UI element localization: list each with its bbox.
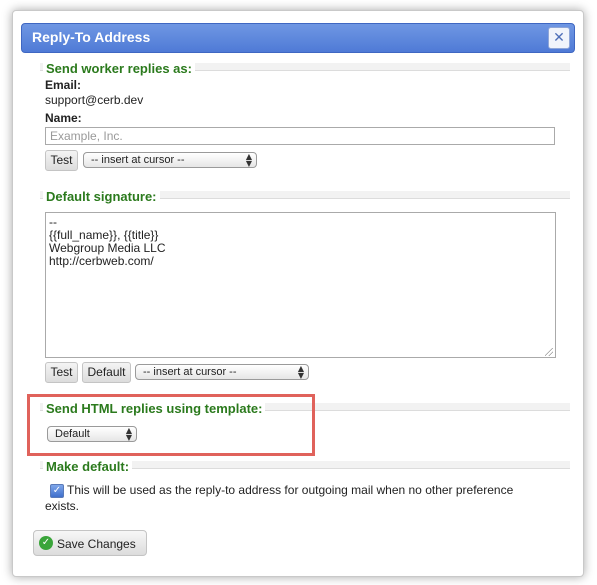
section-worker-replies: Send worker replies as: <box>40 61 570 85</box>
section-default-signature: Default signature: <box>40 189 570 213</box>
signature-insert-select[interactable]: -- insert at cursor -- ▲ ▼ <box>135 364 309 380</box>
default-signature-button[interactable]: Default <box>82 362 131 383</box>
select-arrows-icon: ▲ ▼ <box>245 152 252 168</box>
close-icon[interactable]: ✕ <box>548 27 570 49</box>
select-arrows-icon: ▲ ▼ <box>297 364 304 380</box>
insert-at-cursor-select[interactable]: -- insert at cursor -- ▲ ▼ <box>83 152 257 168</box>
save-changes-button[interactable]: ✓ Save Changes <box>33 530 147 556</box>
dialog-title: Reply-To Address <box>32 29 151 45</box>
name-input-placeholder: Example, Inc. <box>50 129 123 143</box>
section-label-make-default: Make default: <box>43 459 133 474</box>
ok-circle-icon: ✓ <box>39 536 53 550</box>
email-label: Email: <box>45 78 82 92</box>
signature-textarea[interactable]: -- {{full_name}}, {{title}} Webgroup Med… <box>45 212 556 358</box>
save-changes-label: Save Changes <box>57 537 136 551</box>
name-label: Name: <box>45 111 82 125</box>
section-make-default: Make default: <box>40 459 570 483</box>
dialog-titlebar[interactable]: Reply-To Address ✕ <box>21 23 575 53</box>
section-label-default-signature: Default signature: <box>43 189 160 204</box>
signature-insert-value: -- insert at cursor -- <box>143 366 237 378</box>
insert-at-cursor-value: -- insert at cursor -- <box>91 154 185 166</box>
section-label-worker-replies: Send worker replies as: <box>43 61 195 76</box>
name-input[interactable]: Example, Inc. <box>45 127 555 145</box>
reply-to-dialog: Reply-To Address ✕ Send worker replies a… <box>12 10 584 577</box>
email-value: support@cerb.dev <box>45 93 144 107</box>
test-name-button[interactable]: Test <box>45 150 78 171</box>
resize-grip-icon[interactable] <box>545 348 553 356</box>
highlight-annotation <box>27 394 315 456</box>
test-signature-button[interactable]: Test <box>45 362 78 383</box>
make-default-text: This will be used as the reply-to addres… <box>45 483 514 513</box>
